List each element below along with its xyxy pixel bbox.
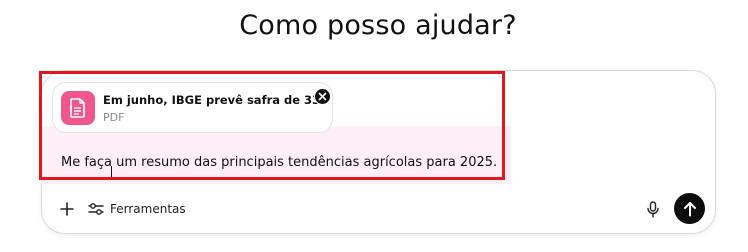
- microphone-icon: [647, 200, 659, 218]
- send-button[interactable]: [674, 193, 705, 224]
- tools-label: Ferramentas: [110, 202, 186, 216]
- add-button[interactable]: [58, 200, 76, 218]
- microphone-button[interactable]: [645, 199, 661, 219]
- tools-button[interactable]: Ferramentas: [88, 199, 186, 219]
- plus-icon: [60, 202, 74, 216]
- page-title: Como posso ajudar?: [239, 10, 517, 41]
- arrow-up-icon: [683, 201, 696, 216]
- sliders-icon: [88, 203, 104, 215]
- chat-home: Como posso ajudar? Em junho, IBGE prevê …: [0, 0, 748, 252]
- selection-outline: [39, 71, 505, 180]
